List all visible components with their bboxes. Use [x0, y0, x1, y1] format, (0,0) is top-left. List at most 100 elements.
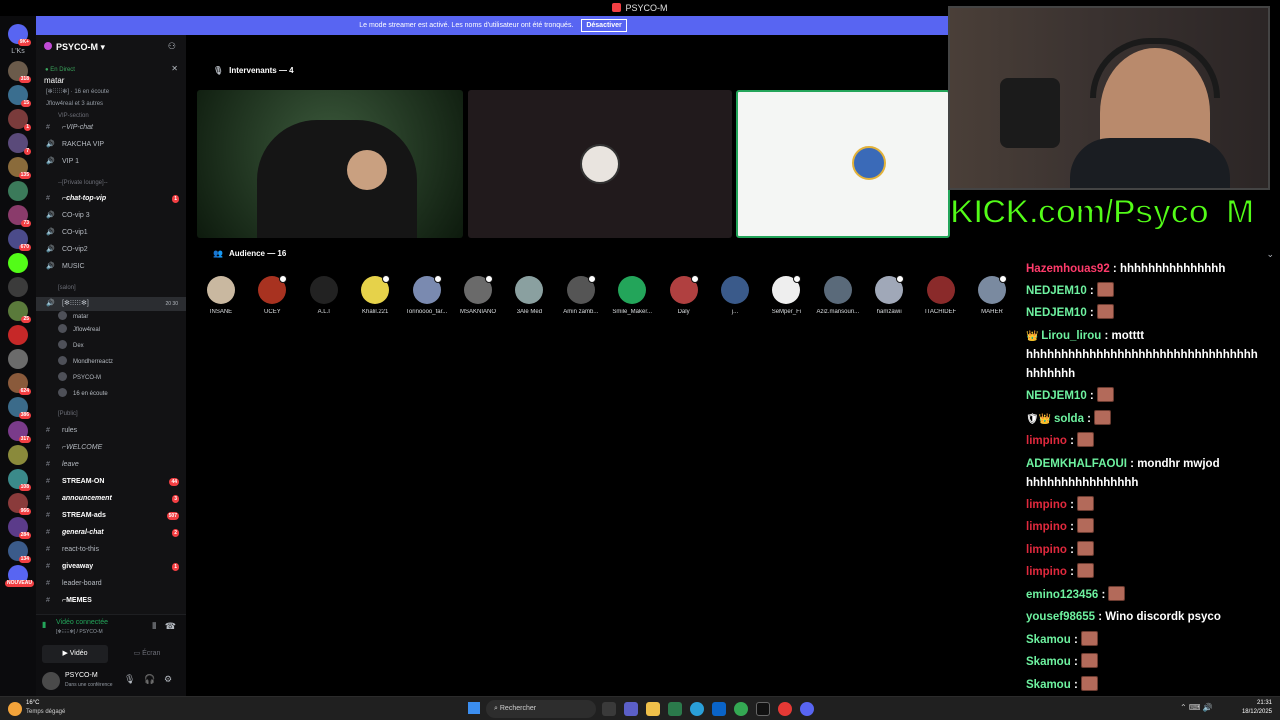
task-view-icon[interactable] [602, 702, 616, 716]
close-icon[interactable]: ✕ [171, 64, 178, 73]
headset-icon[interactable]: 🎧 [144, 674, 155, 685]
app-icon-red[interactable] [778, 702, 792, 716]
text-channel[interactable]: # ⌐VIP-chat [36, 121, 186, 135]
server-icon[interactable]: 317 [8, 421, 31, 443]
text-channel[interactable]: # react-to-this [36, 543, 186, 557]
chat-username[interactable]: Skamou [1026, 679, 1071, 691]
chat-username[interactable]: solda [1054, 413, 1084, 425]
server-icon[interactable] [8, 445, 28, 465]
chat-username[interactable]: limpino [1026, 544, 1067, 556]
audience-member[interactable]: j... [710, 276, 760, 315]
live-stage-title[interactable]: matar [44, 76, 64, 85]
server-icon[interactable]: 73 [8, 205, 31, 227]
windows-start-icon[interactable] [468, 702, 480, 714]
chat-username[interactable]: yousef98655 [1026, 611, 1095, 623]
server-icon[interactable]: 318 [8, 61, 31, 83]
clock-date[interactable]: 18/12/2025 [1238, 709, 1272, 715]
voice-channel[interactable]: 🔊 VIP 1 [36, 155, 186, 169]
text-channel[interactable]: # ⌐WELCOME [36, 441, 186, 455]
add-member-icon[interactable]: ⚇ [168, 41, 176, 52]
chat-username[interactable]: Skamou [1026, 634, 1071, 646]
audience-member[interactable]: 3Alé Med [504, 276, 554, 315]
voice-user[interactable]: 16 en écoute [58, 388, 108, 397]
voice-channel[interactable]: 🔊 MUSIC [36, 260, 186, 274]
chat-username[interactable]: limpino [1026, 435, 1067, 447]
video-button[interactable]: ▶ Vidéo [42, 645, 108, 663]
store-icon[interactable] [668, 702, 682, 716]
server-icon[interactable] [8, 325, 28, 345]
audience-member[interactable]: MSAKNIANO [453, 275, 503, 315]
settings-gear-icon[interactable]: ⚙ [164, 674, 172, 685]
obs-icon[interactable] [756, 702, 770, 716]
text-channel[interactable]: # ⌐MEMES [36, 594, 186, 608]
server-icon[interactable]: 7 [8, 133, 31, 155]
screen-share-button[interactable]: ▭ Écran [114, 645, 180, 663]
chat-username[interactable]: NEDJEM10 [1026, 285, 1087, 297]
text-channel[interactable]: # leave [36, 458, 186, 472]
clock-time[interactable]: 21:31 [1238, 700, 1272, 706]
disable-streamer-button[interactable]: Désactiver [581, 19, 627, 32]
text-channel[interactable]: # STREAM-ads 507 [36, 509, 186, 523]
audience-member[interactable]: Smile_Maker... [607, 276, 657, 315]
server-icon[interactable]: 25 [8, 301, 31, 323]
server-icon[interactable] [8, 181, 28, 201]
discord-icon[interactable] [800, 702, 814, 716]
server-icon[interactable]: 9K+ [8, 24, 31, 46]
weather-sun-icon[interactable] [8, 702, 22, 716]
server-icon[interactable]: NOUVEAU [4, 565, 34, 587]
audience-member[interactable]: Amin zamb... [556, 275, 606, 315]
voice-channel[interactable]: 🔊 CO-vip1 [36, 226, 186, 240]
text-channel[interactable]: # ⌐chat-top-vip 1 [36, 192, 186, 206]
server-icon[interactable]: 624 [8, 373, 31, 395]
server-icon[interactable]: 135 [8, 157, 31, 179]
text-channel[interactable]: # leader-board [36, 577, 186, 591]
text-channel[interactable]: # rules [36, 424, 186, 438]
audience-member[interactable]: INSANE [196, 276, 246, 315]
text-channel[interactable]: # giveaway 1 [36, 560, 186, 574]
server-icon[interactable]: 15 [8, 85, 31, 107]
speaker-tile-avatar[interactable] [468, 90, 732, 238]
server-icon[interactable]: 284 [8, 517, 31, 539]
chat-username[interactable]: Skamou [1026, 656, 1071, 668]
teams-icon[interactable] [624, 702, 638, 716]
speaker-tile-mondherreactz[interactable] [736, 90, 950, 238]
text-channel[interactable]: # STREAM-ON 44 [36, 475, 186, 489]
chat-username[interactable]: Hazemhouas92 [1026, 263, 1110, 275]
chat-username[interactable]: emino123456 [1026, 589, 1098, 601]
category-header[interactable]: [salon] [58, 285, 76, 291]
noise-suppression-icon[interactable]: ⫴ [152, 621, 156, 632]
avatar[interactable] [42, 672, 60, 690]
chat-username[interactable]: limpino [1026, 521, 1067, 533]
voice-channel[interactable]: 🔊 CO-vip 3 [36, 209, 186, 223]
voice-user[interactable]: Jflow4real [58, 324, 100, 333]
disconnect-icon[interactable]: ☎ [165, 621, 176, 632]
chat-username[interactable]: NEDJEM10 [1026, 390, 1087, 402]
server-icon[interactable]: 386 [8, 397, 31, 419]
server-icon[interactable]: 1 [8, 109, 31, 131]
chrome-icon[interactable] [734, 702, 748, 716]
chat-username[interactable]: limpino [1026, 499, 1067, 511]
audience-member[interactable]: hamzawii [864, 275, 914, 315]
chevron-down-icon[interactable]: ⌄ [1266, 249, 1274, 260]
edge-icon[interactable] [690, 702, 704, 716]
category-header[interactable]: [Public] [58, 411, 78, 417]
audience-member[interactable]: Aziz.mansouri... [813, 276, 863, 315]
taskbar-search-input[interactable]: ⌕ Rechercher [486, 700, 596, 718]
chat-username[interactable]: NEDJEM10 [1026, 307, 1087, 319]
text-channel[interactable]: # general-chat 2 [36, 526, 186, 540]
voice-channel-label[interactable]: [✻ⵗⵗⵗⵗⵗ✻] / PSYCO-M [56, 629, 103, 635]
audience-member[interactable]: Khalil.221 [350, 275, 400, 315]
chat-username[interactable]: limpino [1026, 566, 1067, 578]
system-tray-icons[interactable]: ⌃ ⌨ 🔊 [1180, 703, 1213, 712]
mail-icon[interactable] [712, 702, 726, 716]
server-icon[interactable] [8, 349, 28, 369]
server-icon[interactable]: 966 [8, 493, 31, 515]
category-header[interactable]: VIP-section [58, 113, 89, 119]
text-channel[interactable]: # announcement 3 [36, 492, 186, 506]
voice-channel[interactable]: 🔊 CO-vip2 [36, 243, 186, 257]
audience-member[interactable]: Daly [659, 275, 709, 315]
chat-username[interactable]: ADEMKHALFAOUI [1026, 458, 1127, 470]
mic-icon[interactable]: 🎙 [124, 674, 135, 685]
voice-channel[interactable]: 🔊 RAKCHA VIP [36, 138, 186, 152]
voice-channel[interactable]: 🔊 [✻ⵗⵗⵗⵗⵗ✻] 20 30 [36, 297, 186, 311]
